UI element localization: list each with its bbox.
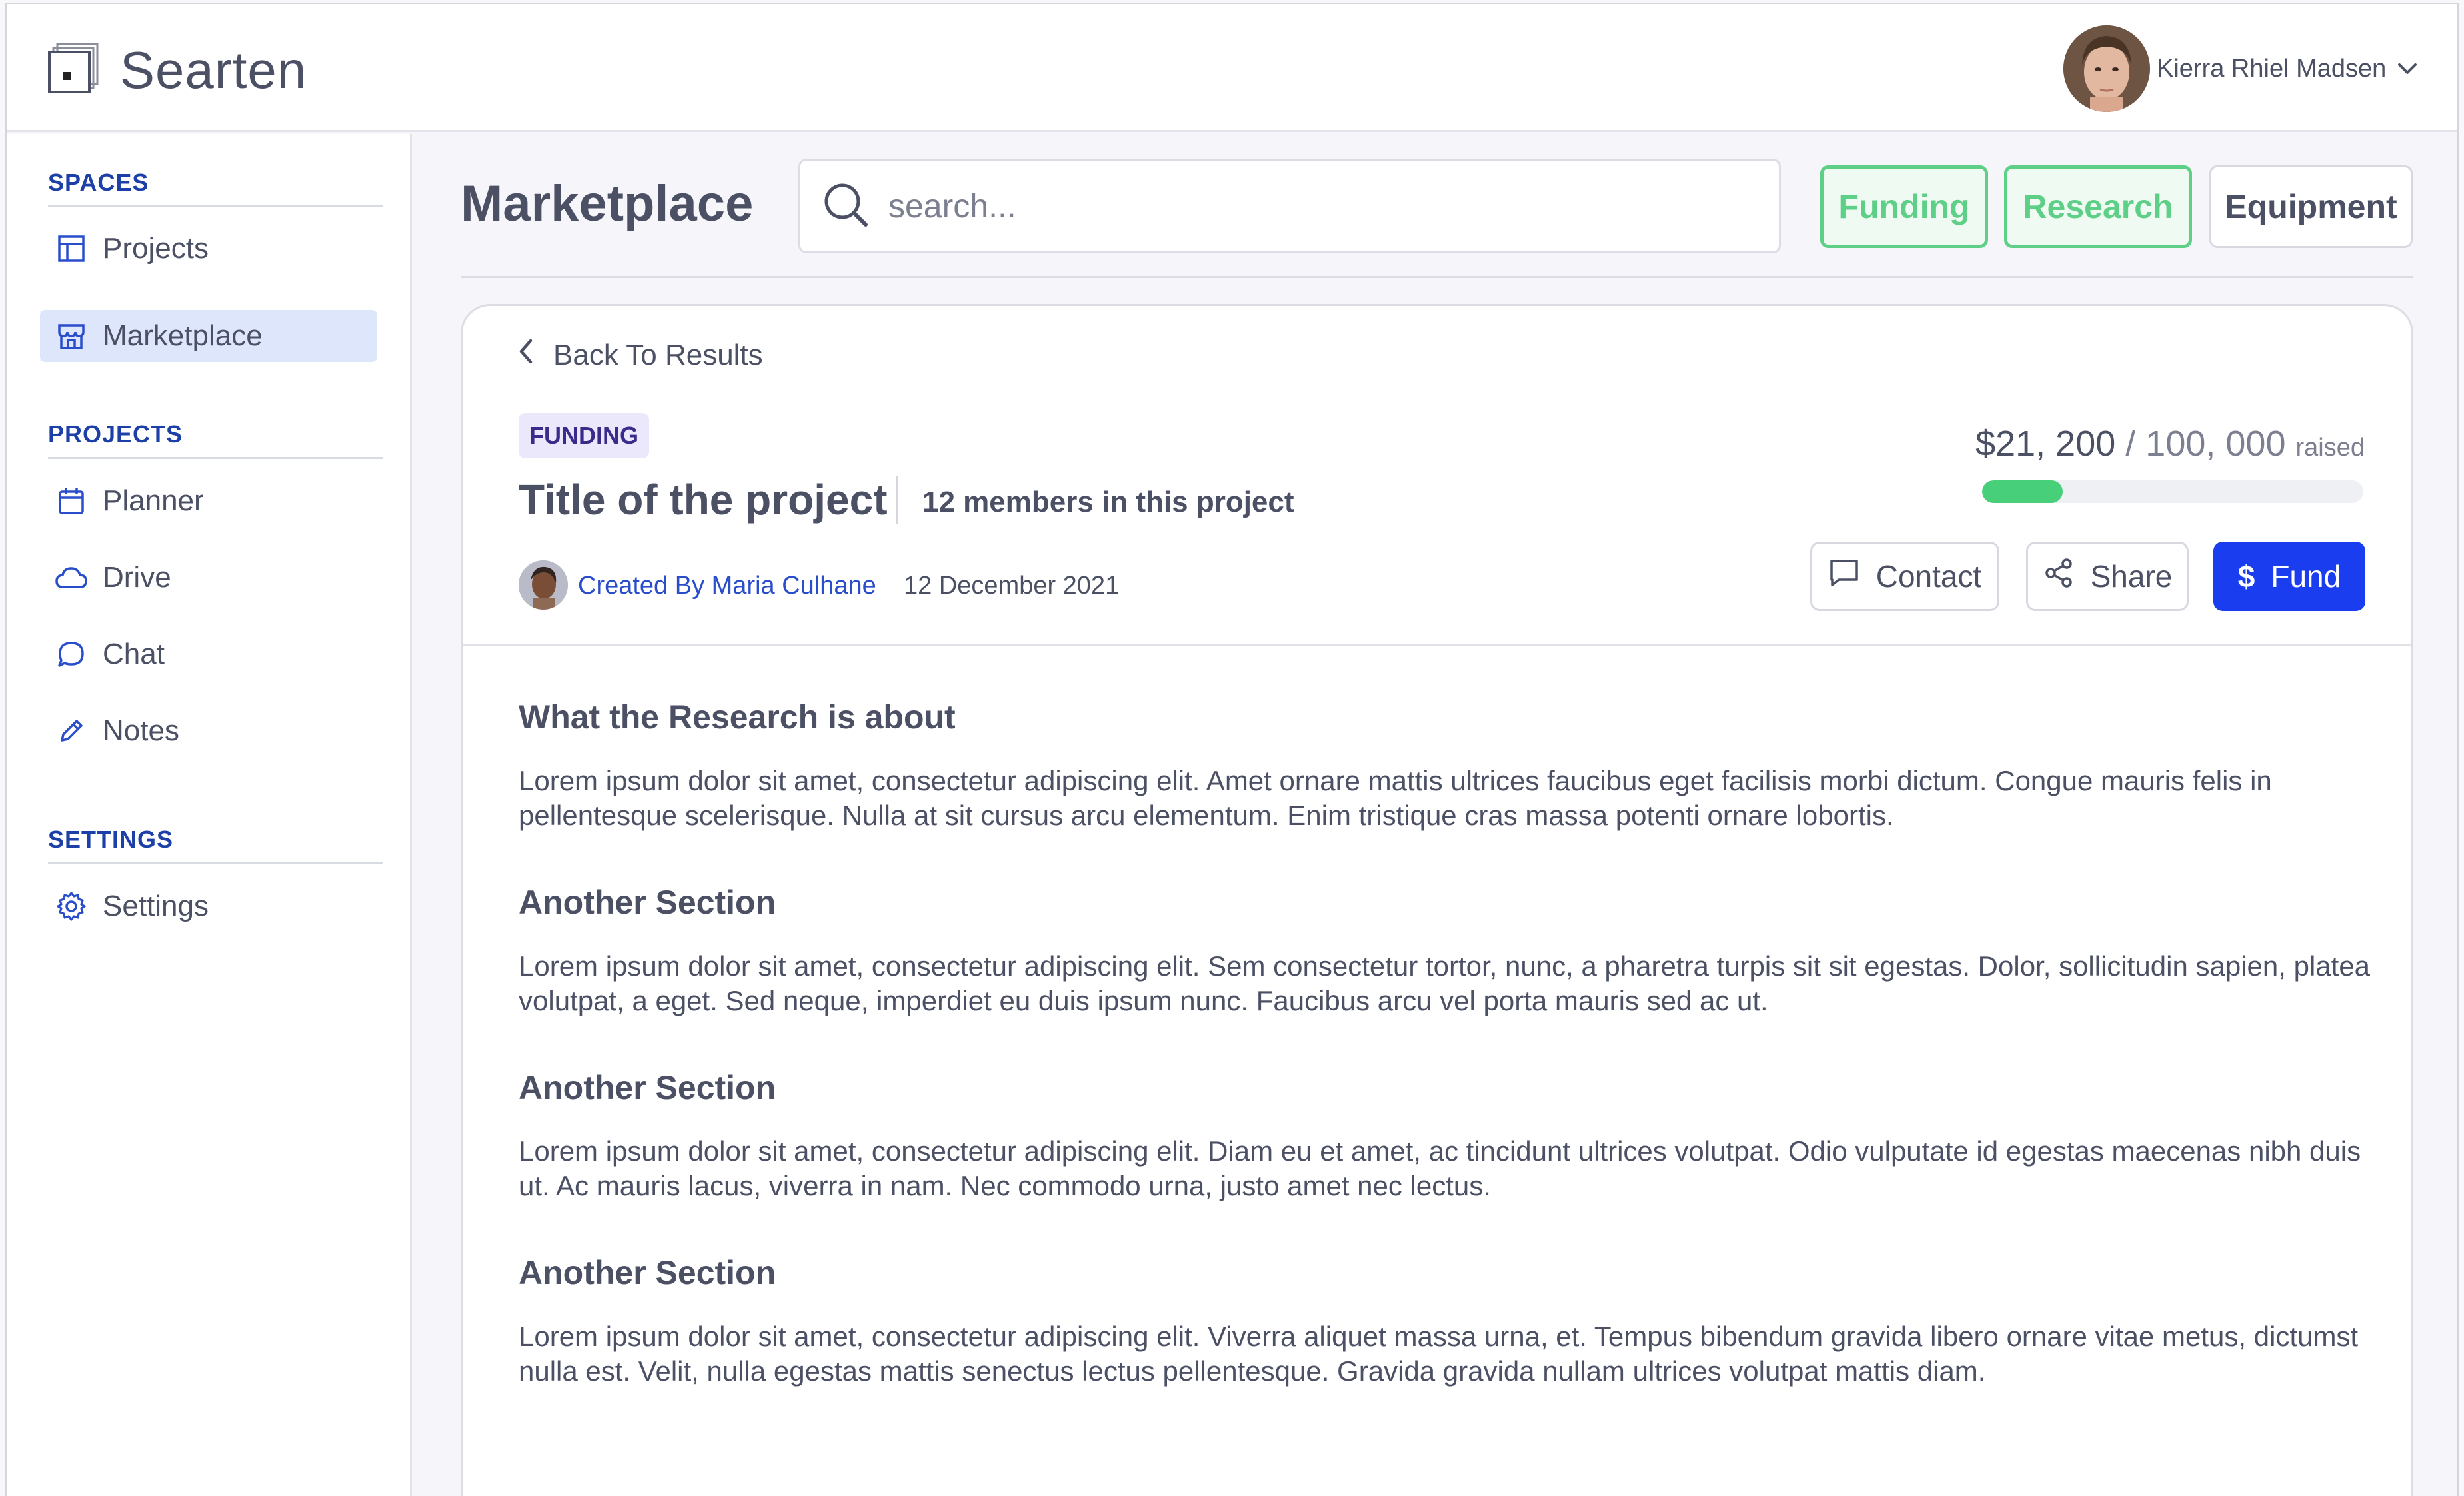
logo-icon: [48, 43, 99, 93]
section-body: Lorem ipsum dolor sit amet, consectetur …: [519, 950, 2371, 1016]
sidebar-item-notes[interactable]: Notes: [40, 705, 377, 757]
chat-bubble-icon: [1828, 558, 1860, 596]
sidebar-heading-projects: PROJECTS: [48, 420, 183, 448]
separator: /: [2115, 424, 2146, 464]
calendar-icon: [55, 484, 88, 518]
sidebar-item-settings[interactable]: Settings: [40, 880, 377, 932]
sidebar-item-label: Chat: [103, 638, 165, 670]
section-body: Lorem ipsum dolor sit amet, consectetur …: [519, 765, 2272, 831]
category-badge: FUNDING: [519, 413, 649, 458]
pencil-icon: [55, 714, 88, 748]
sidebar-item-label: Projects: [103, 232, 209, 265]
back-to-results-link[interactable]: Back To Results: [517, 337, 763, 373]
funding-raised: $21, 200 / 100, 000 raised: [1975, 423, 2365, 464]
creator-avatar: [519, 560, 568, 610]
members-count: 12 members in this project: [922, 486, 1294, 518]
back-label: Back To Results: [553, 338, 763, 371]
project-card: Back To Results FUNDING Title of the pro…: [461, 304, 2413, 1496]
section-heading: Another Section: [519, 884, 776, 921]
section-body: Lorem ipsum dolor sit amet, consectetur …: [519, 1321, 2359, 1387]
fund-button[interactable]: $ Fund: [2213, 542, 2365, 611]
created-date: 12 December 2021: [904, 572, 1120, 600]
sidebar-item-projects[interactable]: Projects: [40, 223, 377, 275]
divider: [463, 644, 2411, 646]
top-bar: Searten Kierra Rhiel Madsen: [7, 4, 2457, 132]
section-heading: What the Research is about: [519, 698, 956, 736]
gear-icon: [55, 890, 88, 923]
fund-label: Fund: [2271, 559, 2341, 594]
chevron-down-icon[interactable]: [2395, 59, 2419, 79]
user-avatar[interactable]: [2063, 25, 2150, 112]
sidebar-item-label: Settings: [103, 890, 209, 922]
goal-amount: 100, 000: [2145, 424, 2286, 464]
filter-chip-equipment[interactable]: Equipment: [2209, 165, 2413, 248]
sidebar-item-planner[interactable]: Planner: [40, 475, 377, 527]
share-label: Share: [2090, 559, 2173, 594]
divider: [896, 476, 898, 524]
sidebar-heading-spaces: SPACES: [48, 169, 149, 196]
search-input[interactable]: [888, 187, 1755, 225]
sidebar: SPACES Projects Marketplace PROJECTS Pla…: [7, 134, 412, 1496]
store-icon: [55, 319, 88, 353]
divider: [461, 276, 2413, 278]
layout-icon: [55, 232, 88, 265]
page-title: Marketplace: [461, 175, 754, 232]
user-name[interactable]: Kierra Rhiel Madsen: [2157, 55, 2386, 83]
sidebar-item-label: Notes: [103, 714, 179, 747]
cloud-icon: [55, 561, 88, 594]
project-title: Title of the project: [519, 476, 888, 524]
search-field[interactable]: [798, 159, 1781, 253]
sidebar-item-label: Planner: [103, 484, 204, 517]
filter-chip-funding[interactable]: Funding: [1820, 165, 1988, 248]
divider: [48, 457, 383, 459]
sidebar-item-marketplace[interactable]: Marketplace: [40, 310, 377, 362]
dollar-icon: $: [2237, 559, 2255, 594]
section-heading: Another Section: [519, 1069, 776, 1106]
divider: [48, 205, 383, 207]
sidebar-item-chat[interactable]: Chat: [40, 628, 377, 680]
raised-amount: $21, 200: [1975, 424, 2116, 464]
contact-button[interactable]: Contact: [1810, 542, 1999, 611]
app-window: Searten Kierra Rhiel Madsen SPACES Proje…: [5, 3, 2459, 1496]
contact-label: Contact: [1875, 559, 1982, 594]
divider: [48, 862, 383, 864]
section-heading: Another Section: [519, 1254, 776, 1291]
funding-progress-bar: [1982, 480, 2363, 503]
section-body: Lorem ipsum dolor sit amet, consectetur …: [519, 1135, 2361, 1201]
sidebar-item-drive[interactable]: Drive: [40, 552, 377, 604]
filter-chip-research[interactable]: Research: [2004, 165, 2192, 248]
sidebar-item-label: Drive: [103, 561, 171, 594]
creator-link[interactable]: Created By Maria Culhane: [578, 572, 876, 600]
search-icon: [820, 179, 871, 233]
funding-progress-fill: [1982, 480, 2063, 503]
share-button[interactable]: Share: [2026, 542, 2189, 611]
sidebar-heading-settings: SETTINGS: [48, 826, 174, 853]
chevron-left-icon: [517, 337, 535, 373]
chat-bubble-icon: [55, 638, 88, 671]
sidebar-item-label: Marketplace: [103, 319, 263, 352]
raised-label: raised: [2295, 434, 2365, 462]
app-title: Searten: [120, 41, 307, 99]
share-icon: [2043, 557, 2075, 596]
